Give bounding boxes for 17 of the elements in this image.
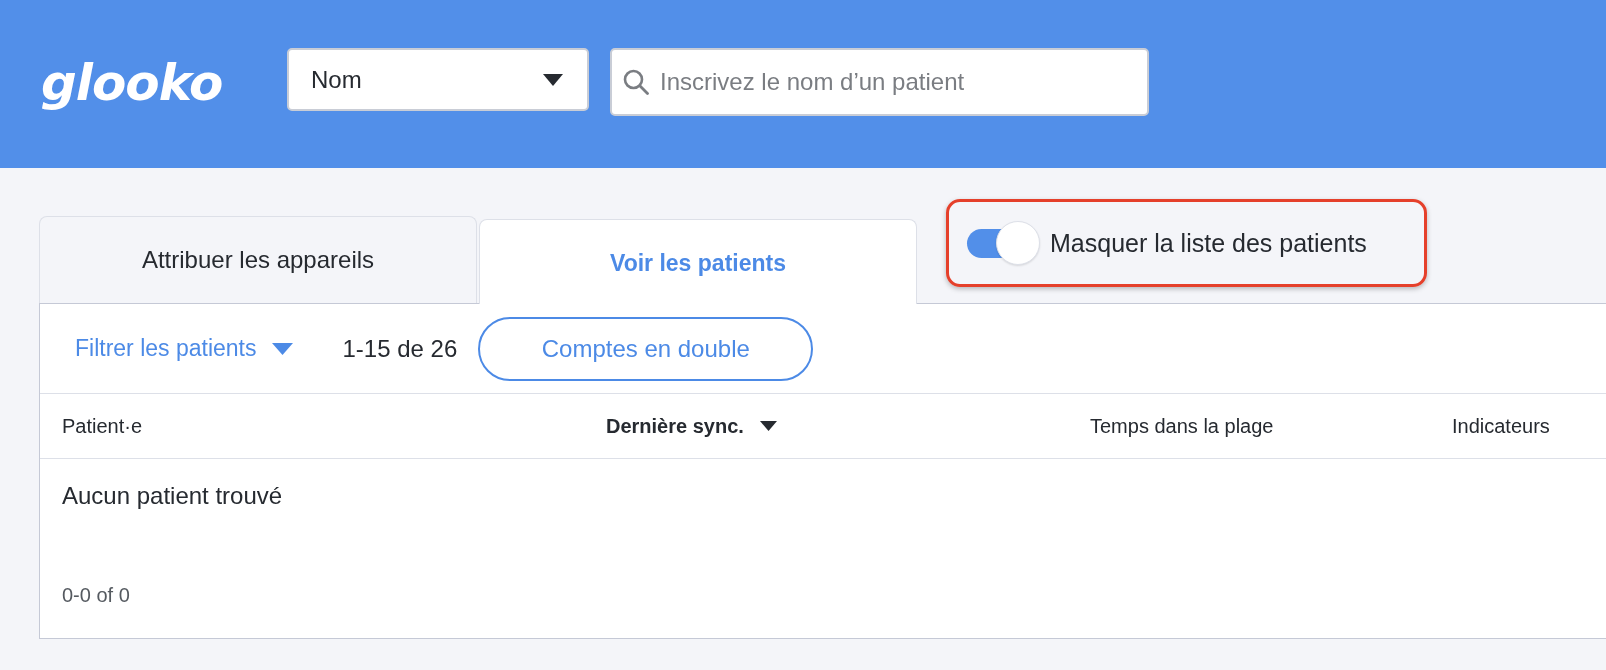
pagination-text: 0-0 of 0 (62, 583, 130, 608)
search-icon (623, 69, 649, 95)
caret-icon (543, 73, 563, 86)
search-by-dropdown[interactable]: Nom (287, 48, 589, 111)
caret-icon (271, 342, 293, 355)
column-header[interactable]: Patient·e (62, 414, 143, 438)
logo: glooko (41, 54, 224, 112)
toggle-label: Masquer la liste des patients (1050, 228, 1367, 258)
tab[interactable]: Attribuer les appareils (39, 216, 477, 303)
column-header[interactable]: Temps dans la plage (1090, 414, 1274, 438)
column-header[interactable]: Dernière sync. (606, 414, 777, 438)
search-field[interactable]: Inscrivez le nom d’un patient (610, 48, 1149, 116)
page-count: 1-15 de 26 (342, 334, 458, 363)
empty-message: Aucun patient trouvé (62, 481, 283, 511)
toggle-switch[interactable] (967, 221, 1040, 265)
column-header[interactable]: Indicateurs (1452, 414, 1550, 438)
sort-caret-icon (759, 421, 777, 431)
